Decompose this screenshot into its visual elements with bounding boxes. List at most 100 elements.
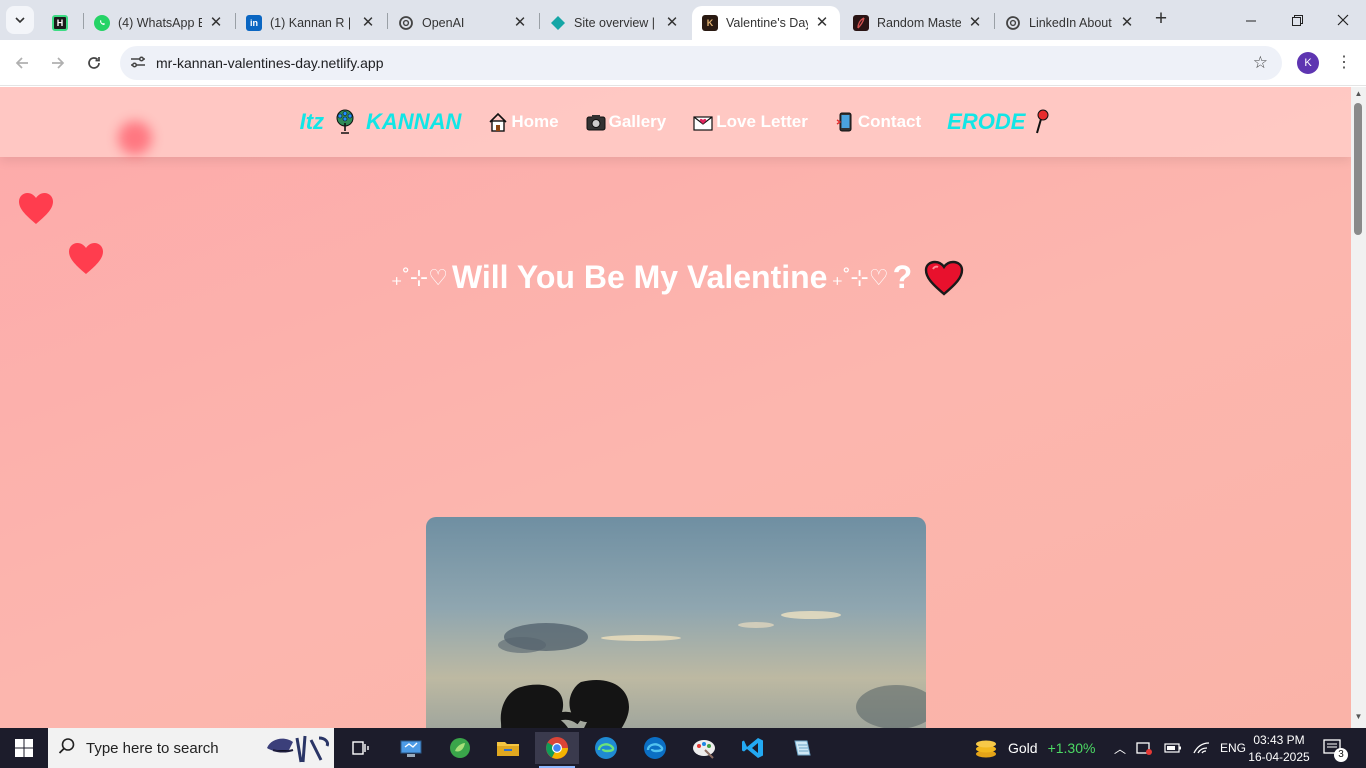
arrow-right-icon bbox=[52, 57, 65, 69]
nav-love-letter[interactable]: Love Letter bbox=[692, 111, 808, 133]
computer-icon bbox=[400, 740, 422, 757]
scroll-up-icon[interactable]: ▲ bbox=[1351, 89, 1366, 103]
tab-2[interactable]: in (1) Kannan R | L ✕ bbox=[236, 6, 386, 40]
notification-center-button[interactable]: 3 bbox=[1322, 728, 1348, 768]
gold-coins-icon bbox=[976, 740, 996, 758]
brand-logo[interactable]: Itz KANNAN bbox=[300, 109, 462, 135]
clock[interactable]: 03:43 PM 16-04-2025 bbox=[1244, 728, 1314, 768]
taskbar-search-placeholder: Type here to search bbox=[86, 739, 219, 757]
taskbar-search-box[interactable]: Type here to search bbox=[48, 728, 334, 768]
taskbar-app-edge[interactable] bbox=[584, 732, 628, 764]
floating-heart-icon bbox=[19, 193, 53, 224]
start-button[interactable] bbox=[14, 738, 34, 761]
close-tab-icon[interactable]: ✕ bbox=[208, 15, 224, 31]
chrome-icon bbox=[546, 737, 568, 759]
tab-1[interactable]: (4) WhatsApp B ✕ bbox=[84, 6, 234, 40]
taskbar-app-vscode[interactable] bbox=[731, 732, 775, 764]
red-heart-icon bbox=[924, 260, 964, 296]
leaf-app-icon bbox=[450, 738, 470, 758]
close-tab-icon[interactable]: ✕ bbox=[512, 15, 528, 31]
widget-change: +1.30% bbox=[1047, 740, 1096, 756]
close-tab-icon[interactable]: ✕ bbox=[967, 15, 983, 31]
back-button[interactable] bbox=[8, 49, 36, 77]
camera-icon bbox=[586, 115, 606, 131]
tab-title: LinkedIn About bbox=[1029, 16, 1112, 30]
minimize-icon bbox=[1245, 20, 1256, 21]
browser-toolbar: mr-kannan-valentines-day.netlify.app ☆ bbox=[0, 40, 1366, 86]
tab-3[interactable]: OpenAI ✕ bbox=[388, 6, 538, 40]
weather-widget[interactable]: Gold +1.30% bbox=[974, 728, 1095, 768]
battery-icon[interactable] bbox=[1164, 742, 1182, 754]
edge-icon bbox=[595, 737, 617, 759]
windows-logo-icon bbox=[15, 739, 33, 757]
taskbar-app-file-explorer[interactable] bbox=[486, 732, 530, 764]
close-window-button[interactable] bbox=[1320, 0, 1366, 40]
folder-icon bbox=[497, 742, 519, 756]
tab-title: OpenAI bbox=[422, 16, 465, 30]
love-letter-icon bbox=[693, 116, 713, 131]
scrollbar-thumb[interactable] bbox=[1354, 103, 1362, 235]
tab-5-active[interactable]: K Valentine's Day ✕ bbox=[692, 6, 840, 40]
tab-4[interactable]: Site overview | ✕ bbox=[540, 6, 690, 40]
h-logo-icon: H bbox=[52, 15, 68, 31]
profile-avatar[interactable]: K bbox=[1297, 52, 1319, 74]
feather-icon bbox=[853, 15, 869, 31]
location-badge[interactable]: ERODE bbox=[947, 109, 1051, 135]
tab-search-button[interactable] bbox=[6, 6, 34, 34]
minimize-button[interactable] bbox=[1228, 0, 1274, 40]
restore-button[interactable] bbox=[1274, 0, 1320, 40]
vscode-icon bbox=[742, 738, 763, 758]
nav-gallery[interactable]: Gallery bbox=[585, 111, 666, 133]
location-label: ERODE bbox=[947, 109, 1026, 134]
task-view-icon bbox=[352, 741, 369, 755]
wifi-icon[interactable] bbox=[1192, 741, 1210, 755]
task-view-button[interactable] bbox=[338, 732, 382, 764]
taskbar-app-chrome[interactable] bbox=[535, 732, 579, 768]
nav-contact-label: Contact bbox=[857, 112, 922, 131]
sparkle-left: ₊˚⊹♡ bbox=[390, 264, 448, 290]
scroll-down-icon[interactable]: ▼ bbox=[1351, 712, 1366, 726]
widget-label: Gold bbox=[1008, 740, 1038, 756]
sparkle-right: ₊˚⊹♡ bbox=[831, 264, 889, 290]
close-tab-icon[interactable]: ✕ bbox=[1119, 15, 1135, 31]
language-indicator[interactable]: ENG bbox=[1220, 741, 1246, 755]
mobile-phone-icon bbox=[836, 112, 852, 132]
taskbar-app-edge-dev[interactable] bbox=[633, 732, 677, 764]
page-title: ₊˚⊹♡ Will You Be My Valentine ₊˚⊹♡ ? bbox=[0, 259, 1351, 296]
close-tab-icon[interactable]: ✕ bbox=[814, 15, 830, 31]
nav-love-letter-label: Love Letter bbox=[716, 112, 808, 131]
taskbar-app-notes[interactable] bbox=[780, 732, 824, 764]
address-bar[interactable]: mr-kannan-valentines-day.netlify.app ☆ bbox=[120, 46, 1282, 80]
close-tab-icon[interactable]: ✕ bbox=[664, 15, 680, 31]
nav-contact[interactable]: Contact bbox=[834, 111, 921, 133]
nav-home[interactable]: Home bbox=[487, 111, 559, 133]
bookmark-star-icon[interactable]: ☆ bbox=[1253, 53, 1268, 73]
house-icon bbox=[489, 112, 507, 132]
taskbar-app-green[interactable] bbox=[438, 732, 482, 764]
notification-count: 3 bbox=[1334, 748, 1348, 762]
chevron-down-icon bbox=[15, 17, 25, 24]
tab-title: Random Maste bbox=[877, 16, 961, 30]
page-title-suffix: ? bbox=[892, 259, 913, 295]
tab-title: (1) Kannan R | L bbox=[270, 16, 354, 30]
brand-prefix: Itz bbox=[299, 109, 325, 134]
new-tab-button[interactable]: + bbox=[1150, 8, 1172, 31]
meet-now-icon[interactable] bbox=[1136, 740, 1154, 756]
tab-title: Site overview | bbox=[574, 16, 656, 30]
reload-icon bbox=[88, 57, 100, 69]
close-tab-icon[interactable]: ✕ bbox=[360, 15, 376, 31]
openai-icon bbox=[1005, 15, 1021, 31]
tab-7[interactable]: LinkedIn About ✕ bbox=[995, 6, 1145, 40]
reload-button[interactable] bbox=[80, 49, 108, 77]
chevron-up-icon[interactable]: ︿ bbox=[1114, 740, 1126, 757]
paint-palette-icon bbox=[693, 740, 715, 759]
browser-tab-strip: H (4) WhatsApp B ✕ in (1) Kannan R | L ✕… bbox=[0, 0, 1366, 40]
taskbar-app-paint[interactable] bbox=[682, 732, 726, 764]
site-settings-icon[interactable] bbox=[120, 55, 156, 72]
tab-0[interactable]: H bbox=[42, 6, 82, 40]
forward-button[interactable] bbox=[44, 49, 72, 77]
tab-6[interactable]: Random Maste ✕ bbox=[843, 6, 993, 40]
notepad-icon bbox=[794, 740, 811, 756]
taskbar-app-computer[interactable] bbox=[389, 732, 433, 764]
browser-menu-icon[interactable]: ⋮ bbox=[1336, 52, 1352, 72]
